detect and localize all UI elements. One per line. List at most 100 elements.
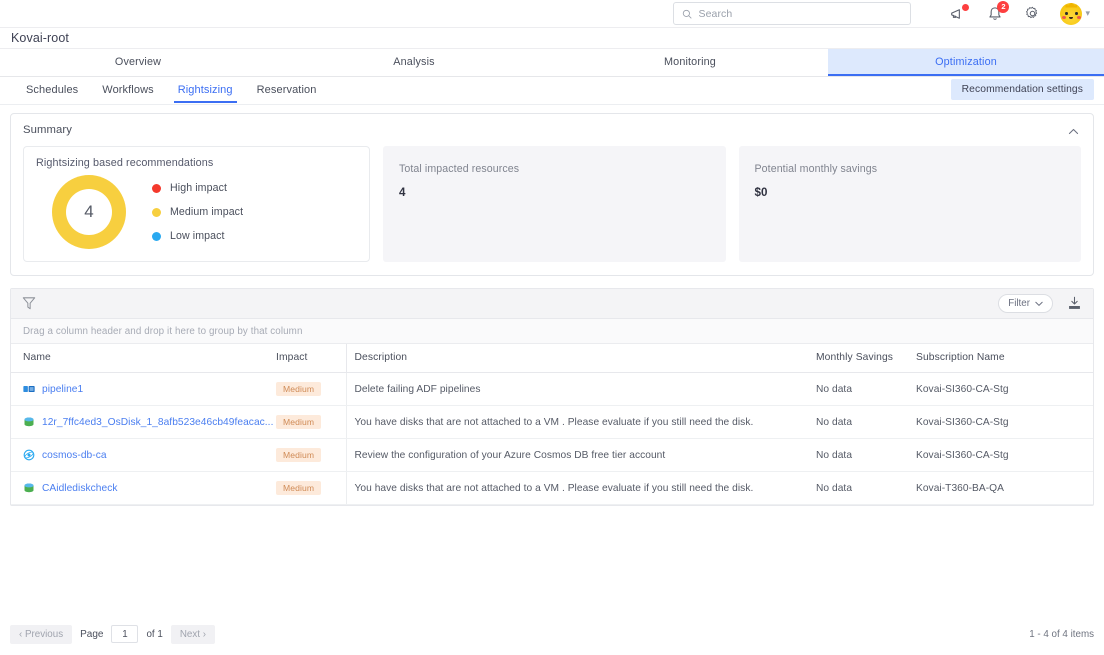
pagination-controls: ‹ Previous Page of 1 Next › bbox=[10, 624, 215, 644]
previous-label: Previous bbox=[24, 628, 64, 640]
megaphone-alert-dot bbox=[962, 3, 970, 11]
cell-description: Delete failing ADF pipelines bbox=[345, 372, 816, 406]
crown-icon bbox=[1065, 2, 1078, 8]
bell-icon[interactable]: 2 bbox=[986, 0, 1010, 23]
donut-legend: High impact Medium impact Low impact bbox=[152, 182, 243, 242]
gear-icon[interactable] bbox=[1023, 5, 1041, 23]
legend-dot-low bbox=[152, 231, 161, 241]
column-header-savings[interactable]: Monthly Savings bbox=[816, 344, 916, 373]
grid-toolbar: Filter bbox=[11, 289, 1093, 319]
stat-label: Total impacted resources bbox=[399, 163, 520, 175]
table-header-row: Name Impact Description Monthly Savings … bbox=[11, 344, 1093, 373]
cell-description: You have disks that are not attached to … bbox=[345, 471, 816, 505]
previous-page-button[interactable]: ‹ Previous bbox=[10, 624, 73, 644]
donut-card-title: Rightsizing based recommendations bbox=[36, 157, 214, 169]
search-input[interactable]: Search bbox=[673, 2, 912, 25]
filter-dropdown[interactable]: Filter bbox=[998, 294, 1053, 313]
cell-subscription: Kovai-T360-BA-QA bbox=[916, 471, 1093, 505]
sub-tab-bar: Schedules Workflows Rightsizing Reservat… bbox=[0, 77, 1104, 105]
stat-value: 4 bbox=[399, 186, 406, 199]
azure-disk-icon bbox=[24, 417, 34, 427]
resource-link[interactable]: CAidlediskcheck bbox=[42, 483, 118, 494]
status-badge: Medium bbox=[276, 448, 322, 462]
impact-donut-chart: 4 bbox=[52, 175, 126, 249]
export-icon[interactable] bbox=[1067, 296, 1082, 311]
donut-center-value: 4 bbox=[84, 202, 94, 221]
donut-row: 4 High impact Medium impact Low impact bbox=[36, 175, 357, 249]
cell-name: CAidlediskcheck bbox=[11, 471, 276, 505]
next-label: Next bbox=[179, 628, 200, 640]
cell-subscription: Kovai-SI360-CA-Stg bbox=[916, 372, 1093, 406]
azure-cosmos-db-icon bbox=[23, 449, 35, 461]
recommendations-grid: Filter Drag a column header and drop it … bbox=[10, 288, 1094, 506]
subtab-reservation[interactable]: Reservation bbox=[255, 79, 319, 102]
azure-data-factory-icon bbox=[23, 386, 35, 392]
avatar[interactable]: ▾ bbox=[1060, 2, 1090, 25]
column-header-name[interactable]: Name bbox=[11, 344, 276, 373]
cell-savings: No data bbox=[816, 372, 916, 406]
tab-overview[interactable]: Overview bbox=[0, 49, 276, 76]
next-page-button[interactable]: Next › bbox=[170, 624, 215, 644]
table-body: pipeline1 Medium Delete failing ADF pipe… bbox=[11, 372, 1093, 505]
table-row[interactable]: cosmos-db-ca Medium Review the configura… bbox=[11, 438, 1093, 472]
cell-savings: No data bbox=[816, 471, 916, 505]
top-bar: Search 2 ▾ bbox=[0, 0, 1104, 27]
stat-value: $0 bbox=[754, 186, 768, 199]
cell-impact: Medium bbox=[276, 405, 346, 439]
azure-disk-icon bbox=[24, 483, 34, 493]
table-row[interactable]: pipeline1 Medium Delete failing ADF pipe… bbox=[11, 372, 1093, 406]
cell-name: 12r_7ffc4ed3_OsDisk_1_8afb523e46cb49feac… bbox=[11, 405, 276, 439]
tab-analysis[interactable]: Analysis bbox=[276, 49, 552, 76]
cell-subscription: Kovai-SI360-CA-Stg bbox=[916, 405, 1093, 439]
chevron-up-icon[interactable] bbox=[1067, 125, 1080, 138]
legend-label-high: High impact bbox=[170, 182, 228, 194]
tab-monitoring[interactable]: Monitoring bbox=[552, 49, 828, 76]
megaphone-icon[interactable] bbox=[949, 3, 970, 23]
funnel-icon[interactable] bbox=[22, 296, 36, 311]
search-icon bbox=[683, 9, 692, 18]
page-total-label: of 1 bbox=[146, 628, 163, 640]
legend-label-medium: Medium impact bbox=[170, 206, 244, 218]
resource-link[interactable]: 12r_7ffc4ed3_OsDisk_1_8afb523e46cb49feac… bbox=[42, 417, 273, 428]
cell-impact: Medium bbox=[276, 438, 346, 472]
table-row[interactable]: 12r_7ffc4ed3_OsDisk_1_8afb523e46cb49feac… bbox=[11, 405, 1093, 439]
page-title: Kovai-root bbox=[11, 31, 69, 45]
column-header-description[interactable]: Description bbox=[345, 344, 816, 373]
rightsizing-donut-card: Rightsizing based recommendations 4 High… bbox=[23, 146, 370, 262]
cell-subscription: Kovai-SI360-CA-Stg bbox=[916, 438, 1093, 472]
status-badge: Medium bbox=[276, 382, 322, 396]
cell-description: Review the configuration of your Azure C… bbox=[345, 438, 816, 472]
subtab-rightsizing[interactable]: Rightsizing bbox=[173, 79, 237, 103]
subtab-workflows[interactable]: Workflows bbox=[100, 79, 155, 102]
resource-link[interactable]: cosmos-db-ca bbox=[42, 450, 107, 461]
recommendation-settings-button[interactable]: Recommendation settings bbox=[950, 79, 1094, 100]
top-icon-group: 2 ▾ bbox=[949, 0, 1090, 25]
chevron-down-icon: ▾ bbox=[1085, 8, 1090, 18]
search-placeholder: Search bbox=[698, 7, 733, 20]
legend-item-low: Low impact bbox=[152, 230, 243, 242]
legend-item-medium: Medium impact bbox=[152, 206, 243, 218]
pagination: ‹ Previous Page of 1 Next › 1 - 4 of 4 i… bbox=[10, 623, 1094, 645]
status-badge: Medium bbox=[276, 415, 322, 429]
cell-impact: Medium bbox=[276, 471, 346, 505]
table-row[interactable]: CAidlediskcheck Medium You have disks th… bbox=[11, 471, 1093, 505]
notification-count-badge: 2 bbox=[997, 0, 1010, 13]
column-header-impact[interactable]: Impact bbox=[276, 344, 346, 373]
summary-title: Summary bbox=[23, 124, 73, 136]
cell-savings: No data bbox=[816, 438, 916, 472]
app-root: Search 2 ▾ Kovai-root Overview Analysis … bbox=[0, 0, 1104, 655]
resource-link[interactable]: pipeline1 bbox=[42, 384, 83, 395]
chevron-down-icon bbox=[1035, 301, 1043, 306]
subtab-schedules[interactable]: Schedules bbox=[24, 79, 80, 102]
tab-optimization[interactable]: Optimization bbox=[828, 49, 1104, 76]
filter-label: Filter bbox=[1008, 298, 1030, 309]
cell-name: cosmos-db-ca bbox=[11, 438, 276, 472]
breadcrumb: Kovai-root bbox=[0, 27, 1104, 49]
pagination-range: 1 - 4 of 4 items bbox=[1029, 628, 1094, 640]
legend-dot-high bbox=[152, 183, 161, 193]
page-number-input[interactable] bbox=[111, 625, 139, 643]
page-label: Page bbox=[80, 628, 104, 640]
column-header-subscription[interactable]: Subscription Name bbox=[916, 344, 1093, 373]
group-by-dropzone[interactable]: Drag a column header and drop it here to… bbox=[11, 319, 1093, 344]
cell-description: You have disks that are not attached to … bbox=[345, 405, 816, 439]
